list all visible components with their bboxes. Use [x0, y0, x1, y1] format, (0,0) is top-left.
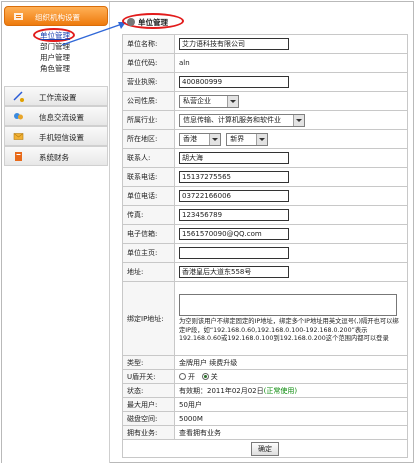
email-input[interactable]: 1561570090@QQ.com: [179, 228, 289, 240]
max-users-label: 最大用户:: [122, 397, 175, 412]
form-row-contact: 联系人: 胡大海: [122, 148, 408, 168]
ushield-off-label: 关: [210, 372, 218, 381]
form-row-region: 所在地区: 香港 新界: [122, 129, 408, 149]
phone-label: 联系电话:: [122, 167, 175, 187]
email-label: 电子信箱:: [122, 224, 175, 244]
sidebar-section-sms-label: 手机短信设置: [39, 133, 84, 142]
sidebar-section-messaging[interactable]: 信息交流设置: [4, 106, 108, 126]
disk-label: 磁盘空间:: [122, 411, 175, 426]
status-label: 状态:: [122, 383, 175, 398]
chevron-down-icon: [212, 137, 218, 141]
sidebar-section-sms[interactable]: 手机短信设置: [4, 126, 108, 146]
type-label: 类型:: [122, 355, 175, 370]
region-city-value: 新界: [230, 134, 245, 143]
ushield-on-label: 开: [188, 372, 195, 381]
sidebar-item-users[interactable]: 用户管理: [40, 52, 70, 63]
region-province-select[interactable]: 香港: [179, 132, 221, 146]
address-label: 地址:: [122, 262, 175, 282]
page-title: 单位管理: [138, 18, 168, 27]
contact-input[interactable]: 胡大海: [179, 152, 289, 164]
license-label: 营业执照:: [122, 72, 175, 92]
ushield-on-radio[interactable]: [179, 373, 186, 380]
region-label: 所在地区:: [122, 129, 175, 149]
form-row-nature: 公司性质: 私营企业: [122, 91, 408, 111]
main-panel: 单位管理 单位名称: 艾力语科技有限公司 单位代码: aln 营业执照: 400…: [61, 6, 408, 458]
org-icon: [14, 13, 23, 20]
code-label: 单位代码:: [122, 53, 175, 73]
chevron-down-icon: [296, 118, 302, 122]
sidebar-section-finance[interactable]: 系统财务: [4, 146, 108, 166]
name-input[interactable]: 艾力语科技有限公司: [179, 38, 289, 50]
contact-label: 联系人:: [122, 148, 175, 168]
region-province-value: 香港: [183, 134, 197, 143]
license-input[interactable]: 400800999: [179, 76, 289, 88]
disk-value: 5000M: [174, 411, 408, 426]
business-label: 拥有业务:: [122, 425, 175, 440]
workflow-icon: [13, 91, 24, 102]
name-label: 单位名称:: [122, 34, 175, 54]
industry-select[interactable]: 信息传输、计算机服务和软件业: [179, 113, 305, 127]
homepage-input[interactable]: [179, 247, 289, 259]
form-row-type: 类型: 金牌用户 续费升级: [122, 355, 408, 370]
form-row-disk: 磁盘空间: 5000M: [122, 411, 408, 426]
form-row-license: 营业执照: 400800999: [122, 72, 408, 92]
unit-icon: [127, 18, 135, 26]
ip-textarea[interactable]: [179, 294, 397, 317]
phone-input[interactable]: 15137275565: [179, 171, 289, 183]
sidebar-section-messaging-label: 信息交流设置: [39, 113, 84, 122]
sidebar-section-workflow-label: 工作流设置: [39, 93, 77, 102]
ip-help-text: 为空则该用户不绑定固定的IP地址，绑定多个IP地址用英文逗号(,)隔开也可以绑定…: [179, 318, 399, 343]
status-value: 有效期：2011年02月02日: [179, 386, 264, 395]
industry-label: 所属行业:: [122, 110, 175, 130]
business-link[interactable]: 查看拥有业务: [174, 425, 408, 440]
envelope-icon: [13, 133, 24, 140]
form-row-phone: 联系电话: 15137275565: [122, 167, 408, 187]
sidebar-section-finance-label: 系统财务: [39, 153, 69, 162]
fax-label: 传真:: [122, 205, 175, 225]
status-badge: (正常使用): [263, 386, 298, 395]
form-row-status: 状态: 有效期：2011年02月02日(正常使用): [122, 383, 408, 398]
pointer-arrow: [61, 22, 126, 46]
ushield-off-radio[interactable]: [201, 373, 209, 380]
region-city-select[interactable]: 新界: [226, 132, 269, 146]
form-row-ushield: U盾开关: 开 关: [122, 369, 408, 384]
address-input[interactable]: 香港皇后大道东558号: [179, 266, 289, 278]
code-value: aln: [174, 53, 408, 73]
form-row-email: 电子信箱: 1561570090@QQ.com: [122, 224, 408, 244]
form-row-fax: 传真: 123456789: [122, 205, 408, 225]
form-row-code: 单位代码: aln: [122, 53, 408, 73]
form-row-max-users: 最大用户: 50用户: [122, 397, 408, 412]
chevron-down-icon: [259, 137, 266, 141]
form-row-ip: 绑定IP地址: 为空则该用户不绑定固定的IP地址，绑定多个IP地址用英文逗号(,…: [122, 281, 408, 356]
tel-input[interactable]: 03722166006: [179, 190, 289, 202]
industry-select-value: 信息传输、计算机服务和软件业: [183, 115, 281, 124]
homepage-label: 单位主页:: [122, 243, 175, 263]
unit-form: 单位名称: 艾力语科技有限公司 单位代码: aln 营业执照: 40080099…: [122, 34, 408, 458]
tel-label: 单位电话:: [122, 186, 175, 206]
type-value: 金牌用户 续费升级: [174, 355, 408, 370]
form-row-business: 拥有业务: 查看拥有业务: [122, 425, 408, 440]
window-frame: 组织机构设置 单位管理 部门管理 用户管理 角色管理 工作流设置 信息交流设置: [1, 1, 414, 463]
ip-label: 绑定IP地址:: [122, 281, 175, 356]
chevron-down-icon: [230, 99, 236, 103]
sidebar-section-workflow[interactable]: 工作流设置: [4, 86, 108, 106]
form-row-tel: 单位电话: 03722166006: [122, 186, 408, 206]
sidebar-item-roles[interactable]: 角色管理: [40, 63, 70, 74]
form-row-actions: 确定: [122, 439, 408, 458]
nature-select[interactable]: 私营企业: [179, 94, 239, 108]
chat-icon: [14, 113, 23, 120]
form-row-address: 地址: 香港皇后大道东558号: [122, 262, 408, 282]
page-title-badge: 单位管理: [122, 13, 184, 29]
ledger-icon: [15, 152, 22, 161]
max-users-value: 50用户: [174, 397, 408, 412]
form-row-industry: 所属行业: 信息传输、计算机服务和软件业: [122, 110, 408, 130]
sidebar: 组织机构设置 单位管理 部门管理 用户管理 角色管理 工作流设置 信息交流设置: [2, 2, 110, 463]
form-row-homepage: 单位主页:: [122, 243, 408, 263]
fax-input[interactable]: 123456789: [179, 209, 289, 221]
ushield-label: U盾开关:: [122, 369, 175, 384]
form-row-name: 单位名称: 艾力语科技有限公司: [122, 34, 408, 54]
nature-label: 公司性质:: [122, 91, 175, 111]
confirm-button[interactable]: 确定: [251, 441, 279, 456]
nature-select-value: 私营企业: [183, 96, 211, 105]
